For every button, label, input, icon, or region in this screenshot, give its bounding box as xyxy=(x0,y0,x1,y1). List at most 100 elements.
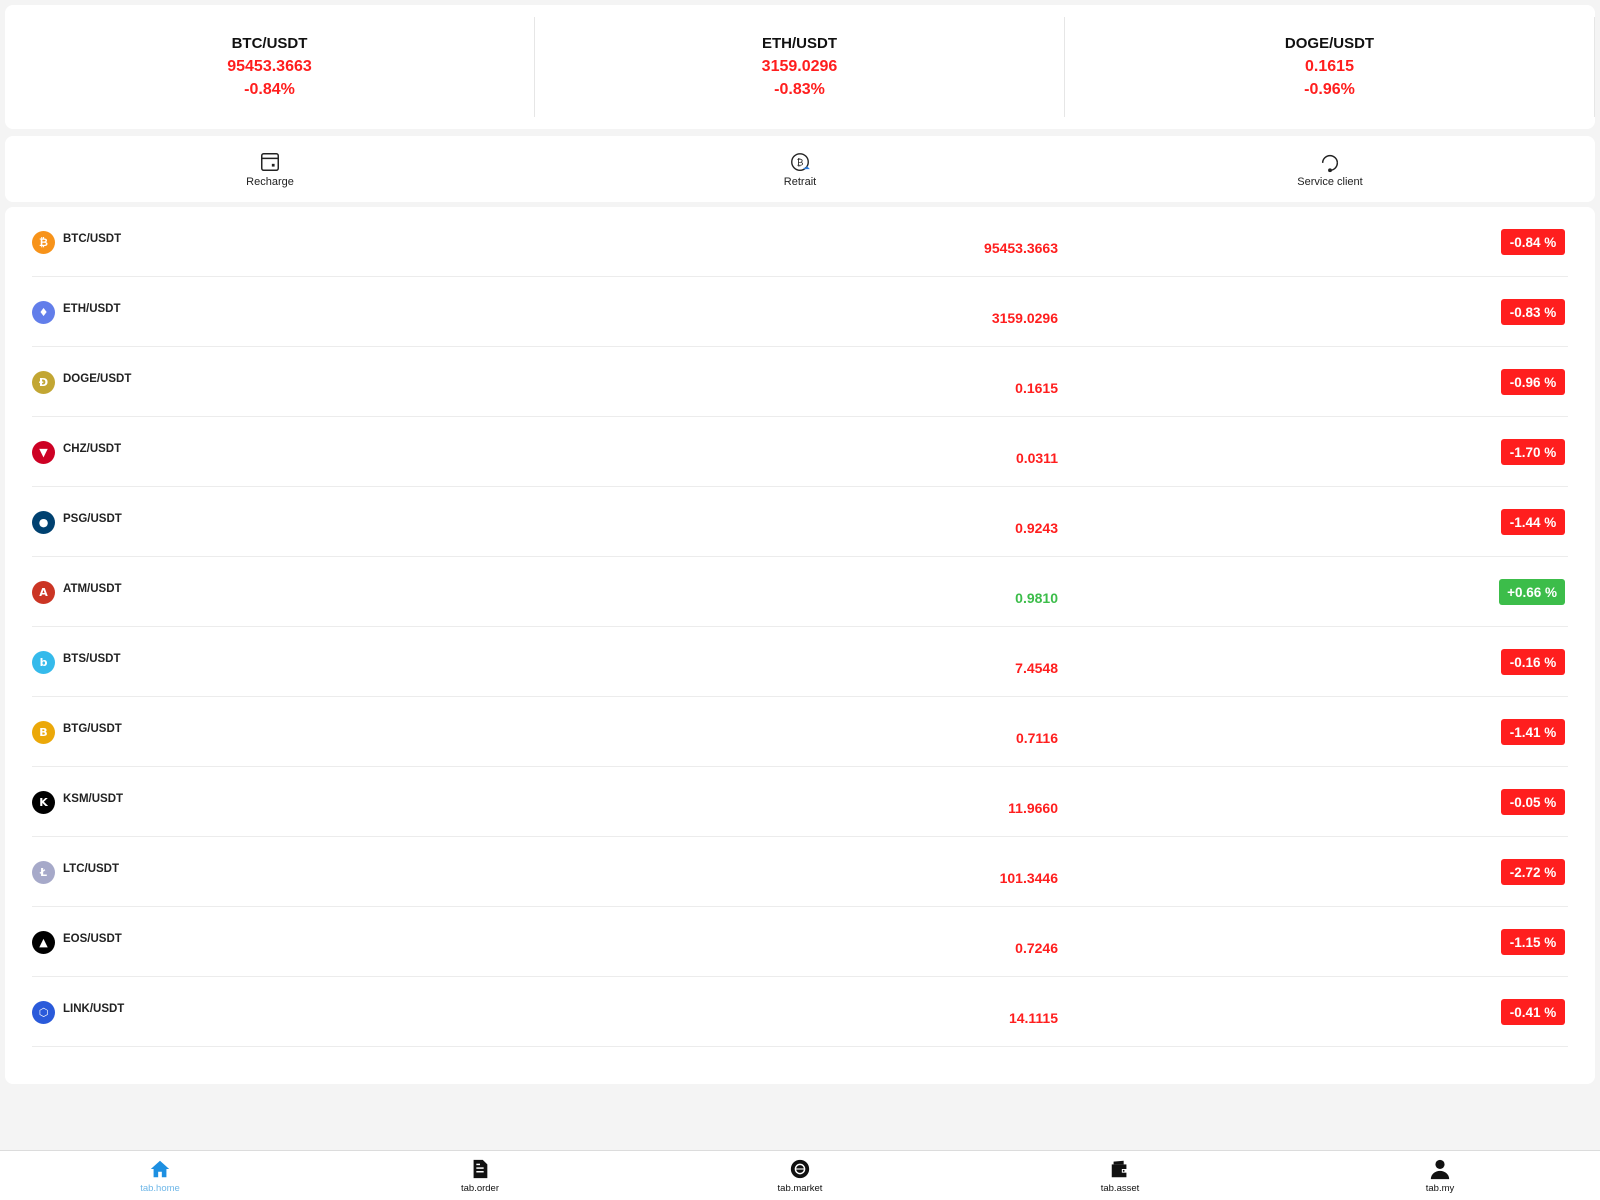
quick-actions: Recharge ₿ Retrait Service client xyxy=(5,136,1595,202)
market-pair: ETH/USDT xyxy=(63,303,121,315)
ksm-icon: K xyxy=(32,791,55,814)
change-badge: -0.96 % xyxy=(1501,369,1565,395)
market-icon xyxy=(790,1159,810,1179)
ticker-btc[interactable]: BTC/USDT 95453.3663 -0.84% xyxy=(5,17,535,117)
wallet-icon xyxy=(1111,1160,1129,1178)
change-badge: -1.41 % xyxy=(1501,719,1565,745)
withdraw-label: Retrait xyxy=(783,175,817,188)
doge-icon: Ð xyxy=(32,371,55,394)
market-row[interactable]: ₿ BTC/USDT 95453.3663 -0.84 % xyxy=(32,207,1568,277)
market-price: 11.9660 xyxy=(1008,800,1058,816)
change-badge: -0.05 % xyxy=(1501,789,1565,815)
recharge-label: Recharge xyxy=(246,175,294,188)
bottom-tab-bar: tab.home tab.order tab.market tab.asset … xyxy=(0,1150,1600,1200)
market-pair: DOGE/USDT xyxy=(63,373,132,385)
tab-order[interactable]: tab.order xyxy=(320,1151,640,1200)
ticker-change: -0.96% xyxy=(1304,81,1355,98)
market-price: 0.7116 xyxy=(1015,730,1058,746)
market-row[interactable]: ● PSG/USDT 0.9243 -1.44 % xyxy=(32,487,1568,557)
change-badge: -1.15 % xyxy=(1501,929,1565,955)
atm-icon: A xyxy=(32,581,55,604)
headset-icon xyxy=(1321,154,1339,172)
market-pair: BTS/USDT xyxy=(63,653,121,665)
market-price: 0.9810 xyxy=(1015,590,1058,606)
ticker-eth[interactable]: ETH/USDT 3159.0296 -0.83% xyxy=(535,17,1065,117)
market-row[interactable]: A ATM/USDT 0.9810 +0.66 % xyxy=(32,557,1568,627)
market-row[interactable]: B BTG/USDT 0.7116 -1.41 % xyxy=(32,697,1568,767)
market-price: 95453.3663 xyxy=(984,240,1058,256)
ticker-price: 3159.0296 xyxy=(761,58,838,75)
change-badge: +0.66 % xyxy=(1499,579,1565,605)
service-client-label: Service client xyxy=(1297,175,1363,188)
market-price: 3159.0296 xyxy=(991,310,1058,326)
ticker-price: 95453.3663 xyxy=(227,58,312,75)
tab-market-label: tab.market xyxy=(777,1183,823,1194)
withdraw-icon: ₿ xyxy=(791,152,810,171)
tab-home[interactable]: tab.home xyxy=(0,1151,320,1200)
btg-icon: B xyxy=(32,721,55,744)
market-list: ₿ BTC/USDT 95453.3663 -0.84 % ♦ ETH/USDT 3159.… xyxy=(5,207,1595,1084)
market-price: 0.7246 xyxy=(1015,940,1058,956)
market-pair: BTC/USDT xyxy=(63,233,122,245)
ticker-pair: ETH/USDT xyxy=(762,35,837,52)
market-price: 0.0311 xyxy=(1015,450,1058,466)
recharge-button[interactable]: Recharge xyxy=(5,136,535,202)
market-row[interactable]: ▼ CHZ/USDT 0.0311 -1.70 % xyxy=(32,417,1568,487)
ticker-change: -0.84% xyxy=(244,81,295,98)
btc-icon: ₿ xyxy=(32,231,55,254)
eth-icon: ♦ xyxy=(32,301,55,324)
market-row[interactable]: K KSM/USDT 11.9660 -0.05 % xyxy=(32,767,1568,837)
market-row[interactable]: ⬡ LINK/USDT 14.1115 -0.41 % xyxy=(32,977,1568,1047)
tab-asset[interactable]: tab.asset xyxy=(960,1151,1280,1200)
ticker-pair: DOGE/USDT xyxy=(1284,35,1375,52)
change-badge: -0.84 % xyxy=(1501,229,1565,255)
market-row[interactable]: Ł LTC/USDT 101.3446 -2.72 % xyxy=(32,837,1568,907)
recharge-icon xyxy=(261,152,279,171)
market-pair: LINK/USDT xyxy=(63,1003,125,1015)
change-badge: -1.70 % xyxy=(1501,439,1565,465)
market-price: 101.3446 xyxy=(999,870,1058,886)
market-pair: KSM/USDT xyxy=(63,793,124,805)
user-icon xyxy=(1430,1159,1450,1180)
ltc-icon: Ł xyxy=(32,861,55,884)
change-badge: -0.83 % xyxy=(1501,299,1565,325)
ticker-bar: BTC/USDT 95453.3663 -0.84% ETH/USDT 3159… xyxy=(5,5,1595,129)
withdraw-button[interactable]: ₿ Retrait xyxy=(535,136,1065,202)
change-badge: -0.16 % xyxy=(1501,649,1565,675)
bts-icon: b xyxy=(32,651,55,674)
market-row[interactable]: ▲ EOS/USDT 0.7246 -1.15 % xyxy=(32,907,1568,977)
change-badge: -0.41 % xyxy=(1501,999,1565,1025)
market-row[interactable]: ♦ ETH/USDT 3159.0296 -0.83 % xyxy=(32,277,1568,347)
market-pair: BTG/USDT xyxy=(63,723,122,735)
market-row[interactable]: b BTS/USDT 7.4548 -0.16 % xyxy=(32,627,1568,697)
home-icon xyxy=(150,1160,170,1178)
tab-my[interactable]: tab.my xyxy=(1280,1151,1600,1200)
ticker-pair: BTC/USDT xyxy=(231,35,308,52)
svg-text:₿: ₿ xyxy=(797,157,804,168)
ticker-change: -0.83% xyxy=(774,81,825,98)
link-icon: ⬡ xyxy=(32,1001,55,1024)
eos-icon: ▲ xyxy=(32,931,55,954)
ticker-doge[interactable]: DOGE/USDT 0.1615 -0.96% xyxy=(1065,17,1595,117)
tab-home-label: tab.home xyxy=(140,1183,180,1194)
tab-my-label: tab.my xyxy=(1425,1183,1455,1194)
chz-icon: ▼ xyxy=(32,441,55,464)
market-pair: PSG/USDT xyxy=(63,513,122,525)
market-row[interactable]: Ð DOGE/USDT 0.1615 -0.96 % xyxy=(32,347,1568,417)
tab-asset-label: tab.asset xyxy=(1100,1183,1140,1194)
ticker-price: 0.1615 xyxy=(1305,58,1354,75)
market-price: 0.1615 xyxy=(1015,380,1058,396)
change-badge: -1.44 % xyxy=(1501,509,1565,535)
tab-order-label: tab.order xyxy=(460,1183,500,1194)
market-pair: ATM/USDT xyxy=(63,583,122,595)
psg-icon: ● xyxy=(32,511,55,534)
market-pair: CHZ/USDT xyxy=(63,443,122,455)
service-client-button[interactable]: Service client xyxy=(1065,136,1595,202)
market-pair: EOS/USDT xyxy=(63,933,122,945)
market-price: 7.4548 xyxy=(1015,660,1058,676)
market-price: 0.9243 xyxy=(1015,520,1058,536)
market-pair: LTC/USDT xyxy=(63,863,120,875)
market-price: 14.1115 xyxy=(1008,1010,1058,1026)
tab-market[interactable]: tab.market xyxy=(640,1151,960,1200)
change-badge: -2.72 % xyxy=(1501,859,1565,885)
